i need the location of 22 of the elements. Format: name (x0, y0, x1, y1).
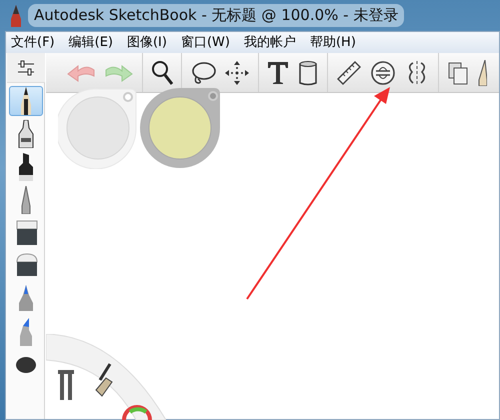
lagoon-menu-drawing[interactable] (46, 334, 166, 420)
menu-item[interactable]: 窗口(W) (180, 32, 231, 52)
ellipse-guide-icon[interactable] (370, 60, 396, 86)
search-icon[interactable] (151, 60, 173, 86)
brush-tool[interactable] (8, 86, 42, 116)
menu-item[interactable]: 编辑(E) (68, 32, 114, 52)
lasso-icon[interactable] (190, 60, 216, 84)
window-title: Autodesk SketchBook - 无标题 @ 100.0% - 未登录 (28, 4, 404, 27)
menu-item[interactable]: 图像(I) (126, 32, 168, 52)
menu-item[interactable]: 帮助(H) (308, 32, 357, 52)
sliders-icon[interactable] (16, 60, 34, 76)
menu-item[interactable]: 文件(F) (10, 32, 56, 52)
text-tool-icon[interactable] (267, 60, 289, 84)
pen-icon[interactable] (477, 60, 487, 86)
move-icon[interactable] (224, 60, 250, 86)
pencil-logo-icon (10, 4, 22, 26)
layers-icon[interactable] (447, 60, 469, 84)
menu-item[interactable]: 我的帐户 (242, 32, 297, 52)
paint-bucket-icon[interactable] (297, 60, 319, 86)
ruler-icon[interactable] (336, 60, 362, 86)
eraser-icon (14, 219, 38, 247)
brush-icon (16, 357, 36, 373)
